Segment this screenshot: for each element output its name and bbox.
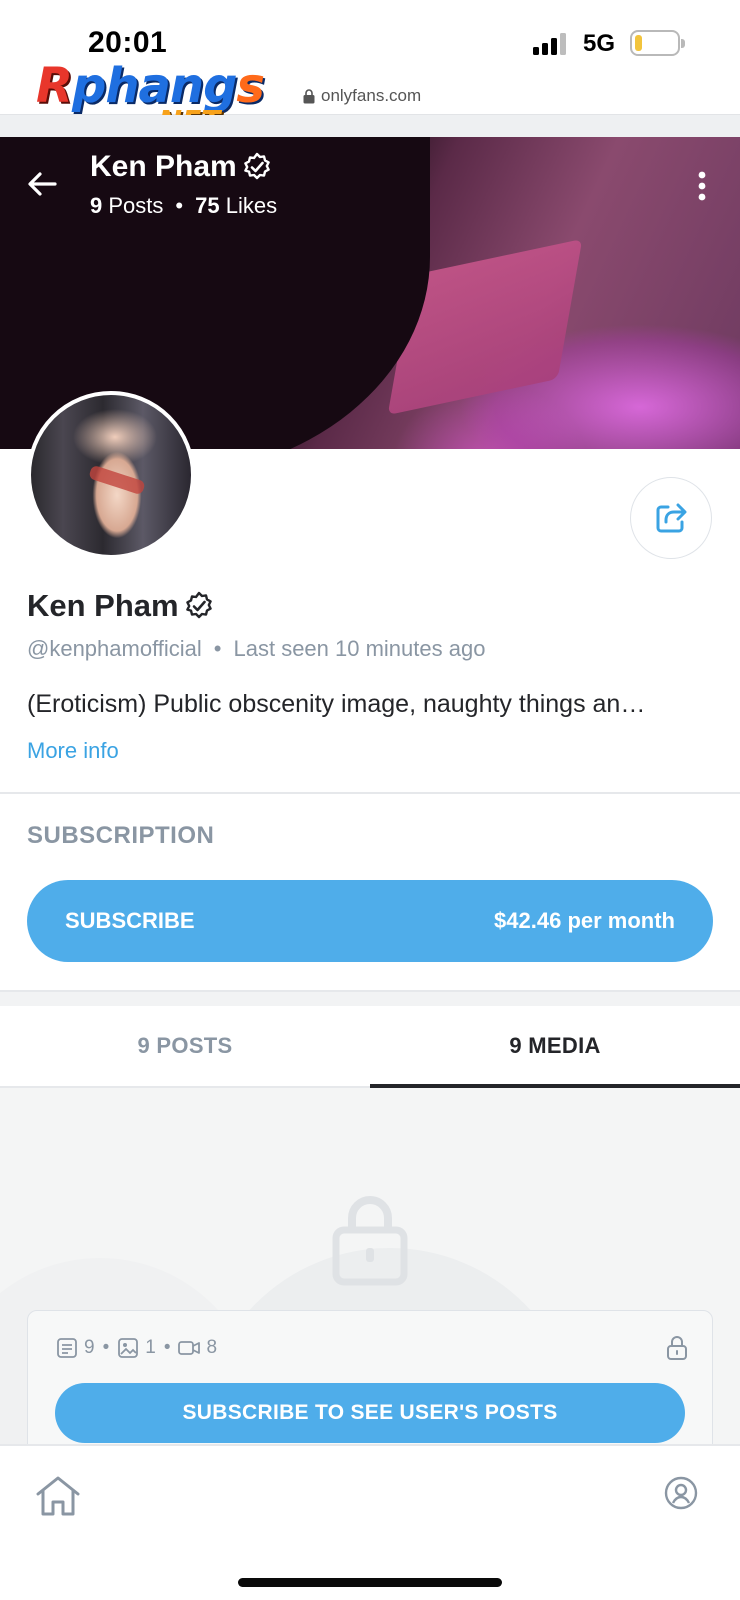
status-bar: 20:01 5G Rphangs .NET onlyfans.com <box>0 0 740 137</box>
subscribe-label: SUBSCRIBE <box>65 908 195 933</box>
post-icon <box>57 1338 77 1358</box>
tab-posts[interactable]: 9 POSTS <box>0 1006 370 1086</box>
subscribe-button[interactable]: SUBSCRIBE $42.46 per month <box>27 880 713 962</box>
share-icon <box>656 503 687 533</box>
content-tabs: 9 POSTS 9 MEDIA <box>0 1006 740 1088</box>
battery-icon <box>630 30 685 56</box>
status-time: 20:01 <box>88 26 168 59</box>
video-icon <box>178 1341 201 1355</box>
section-divider <box>0 990 740 1006</box>
subscribe-price: $42.46 per month <box>494 908 675 933</box>
subscribe-to-see-posts-button[interactable]: SUBSCRIBE TO SEE USER'S POSTS <box>55 1383 685 1443</box>
avatar[interactable] <box>27 391 195 559</box>
home-icon[interactable] <box>34 1472 82 1520</box>
verified-badge-icon <box>243 152 270 180</box>
header-stats: 9 Posts • 75 Likes <box>90 193 278 218</box>
lock-icon <box>667 1336 687 1360</box>
profile-name: Ken Pham <box>27 588 215 624</box>
media-counts: 9 • 1 • 8 <box>56 1337 217 1359</box>
profile-bio: (Eroticism) Public obscenity image, naug… <box>27 690 646 718</box>
image-icon <box>118 1338 139 1358</box>
header-name: Ken Pham <box>90 150 273 184</box>
divider <box>0 792 740 794</box>
toolbar-gap <box>0 115 740 137</box>
battery-fill <box>635 35 642 51</box>
profile-handle: @kenphamofficial <box>27 636 202 661</box>
network-label: 5G <box>583 30 616 57</box>
arrow-left-icon[interactable] <box>24 166 60 202</box>
url-text: onlyfans.com <box>321 86 422 105</box>
avatar-detail <box>88 464 146 496</box>
subscription-title: SUBSCRIPTION <box>27 822 215 849</box>
tab-media[interactable]: 9 MEDIA <box>370 1006 740 1088</box>
share-button[interactable] <box>630 477 712 559</box>
verified-badge-icon <box>185 591 212 619</box>
address-bar[interactable]: onlyfans.com <box>303 86 421 106</box>
lock-icon <box>303 88 315 103</box>
last-seen: Last seen 10 minutes ago <box>233 636 486 661</box>
lock-icon <box>332 1196 408 1286</box>
bottom-navigation <box>0 1444 740 1600</box>
profile-icon[interactable] <box>664 1476 698 1510</box>
signal-icon <box>533 33 566 55</box>
kebab-icon[interactable] <box>690 168 714 204</box>
more-info-link[interactable]: More info <box>27 738 119 764</box>
handle-line: @kenphamofficial • Last seen 10 minutes ag… <box>27 636 486 661</box>
home-indicator <box>238 1578 502 1587</box>
